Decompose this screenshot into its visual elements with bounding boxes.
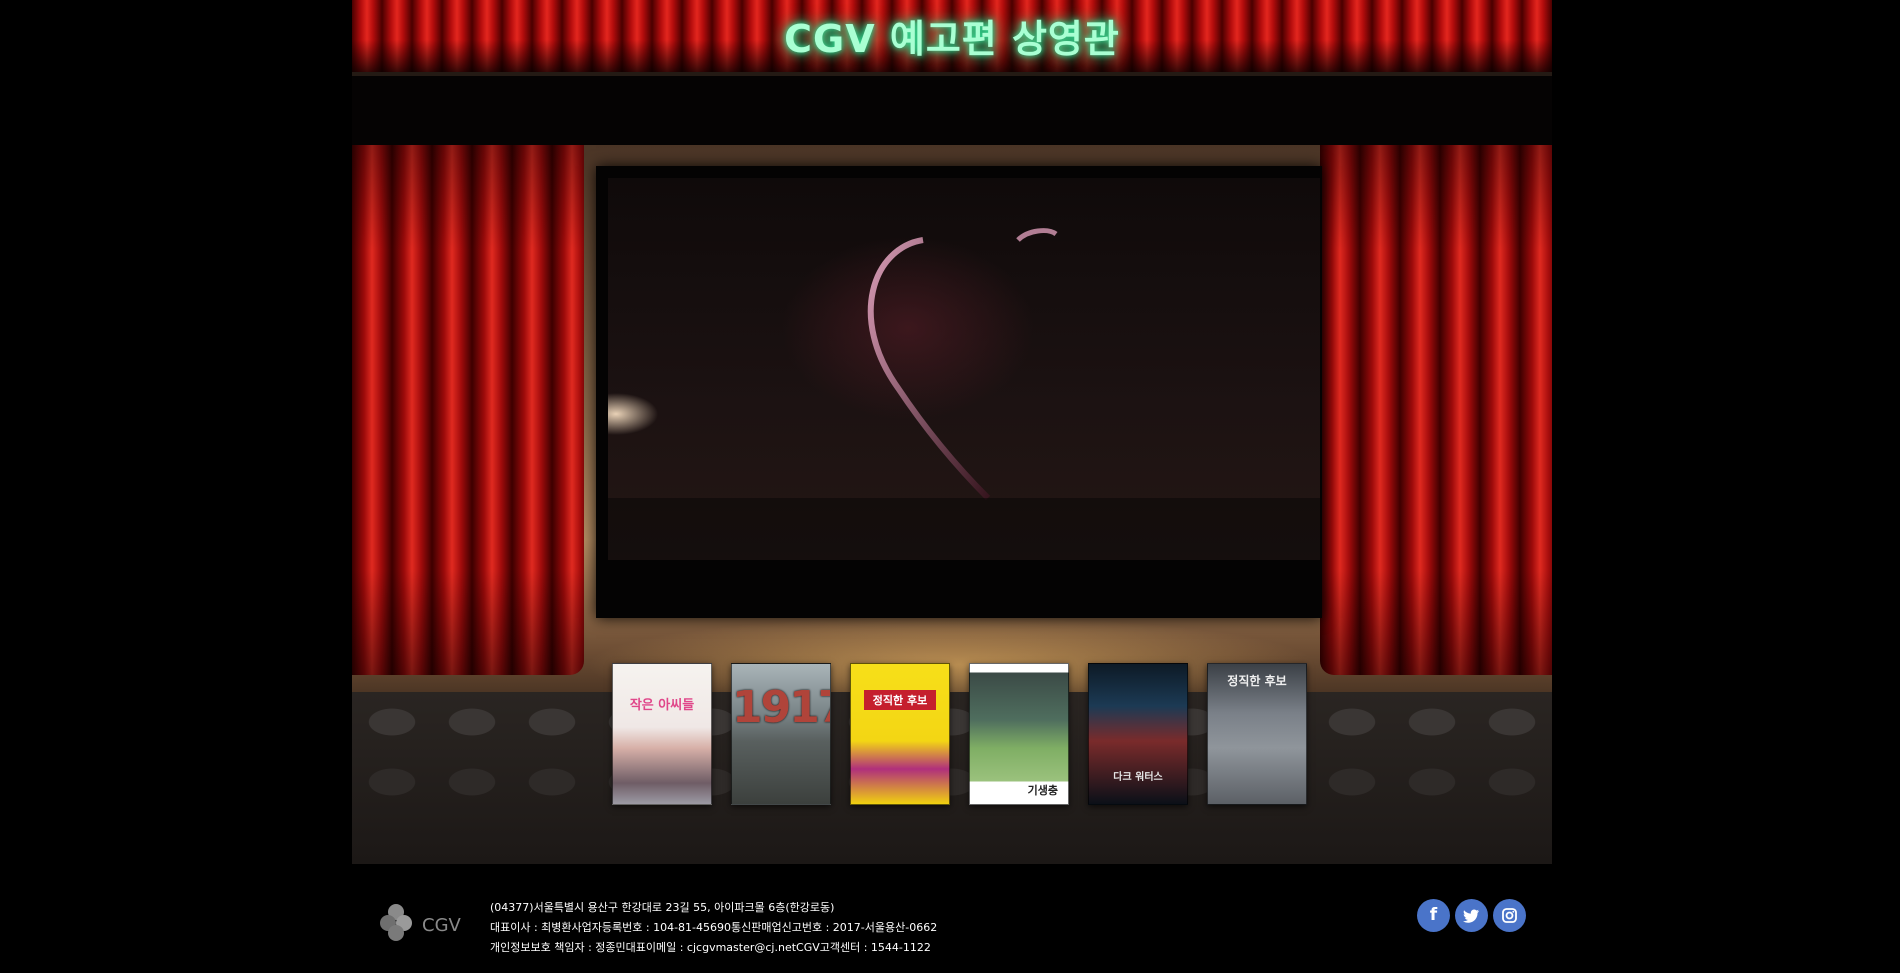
trailer-video[interactable] xyxy=(608,178,1320,560)
poster-dark-waters[interactable]: 다크 워터스 xyxy=(1088,663,1188,805)
footer-info: (04377)서울특별시 용산구 한강대로 23길 55, 아이파크몰 6층(한… xyxy=(490,898,1110,958)
logo-text: CGV xyxy=(422,915,462,936)
poster-title: 기생충 xyxy=(1027,784,1058,797)
footer-privacy: 개인정보보호 책임자 : 정종민대표이메일 : cjcgvmaster@cj.n… xyxy=(490,941,931,954)
right-curtain xyxy=(1320,145,1552,675)
video-frame-graphic xyxy=(608,228,1320,560)
footer-address: (04377)서울특별시 용산구 한강대로 23길 55, 아이파크몰 6층(한… xyxy=(490,901,835,914)
poster-title: 1917 xyxy=(732,682,830,733)
footer-business: 대표이사 : 최병환사업자등록번호 : 104-81-45690통신판매업신고번… xyxy=(490,921,938,934)
poster-list: 작은 아씨들 1917 정직한 후보 기생충 다크 워터스 정직한 후보 xyxy=(612,663,1312,805)
poster-title: 정직한 후보 xyxy=(1227,674,1287,688)
poster-1917[interactable]: 1917 xyxy=(731,663,831,805)
theater-stage: CGV 예고편 상영관 작은 아씨들 1917 정직한 후보 xyxy=(352,0,1552,864)
instagram-camera-graphic xyxy=(1502,908,1517,923)
twitter-icon[interactable] xyxy=(1455,899,1488,932)
left-curtain xyxy=(352,145,584,675)
poster-title: 작은 아씨들 xyxy=(629,698,695,713)
poster-honest-candidate[interactable]: 정직한 후보 xyxy=(850,663,950,805)
top-curtain-valance xyxy=(352,72,1552,76)
poster-parasite[interactable]: 기생충 xyxy=(969,663,1069,805)
twitter-bird-graphic xyxy=(1463,909,1479,923)
poster-little-women[interactable]: 작은 아씨들 xyxy=(612,663,712,805)
cj-cgv-logo: CGV xyxy=(374,898,466,944)
instagram-icon[interactable] xyxy=(1493,899,1526,932)
poster-title: 다크 워터스 xyxy=(1113,772,1163,783)
cj-logo-icon: CGV xyxy=(380,904,462,941)
facebook-icon[interactable]: f xyxy=(1417,899,1450,932)
page-title: CGV 예고편 상영관 xyxy=(784,17,1120,61)
poster-sixth[interactable]: 정직한 후보 xyxy=(1207,663,1307,805)
poster-title: 정직한 후보 xyxy=(864,690,936,710)
